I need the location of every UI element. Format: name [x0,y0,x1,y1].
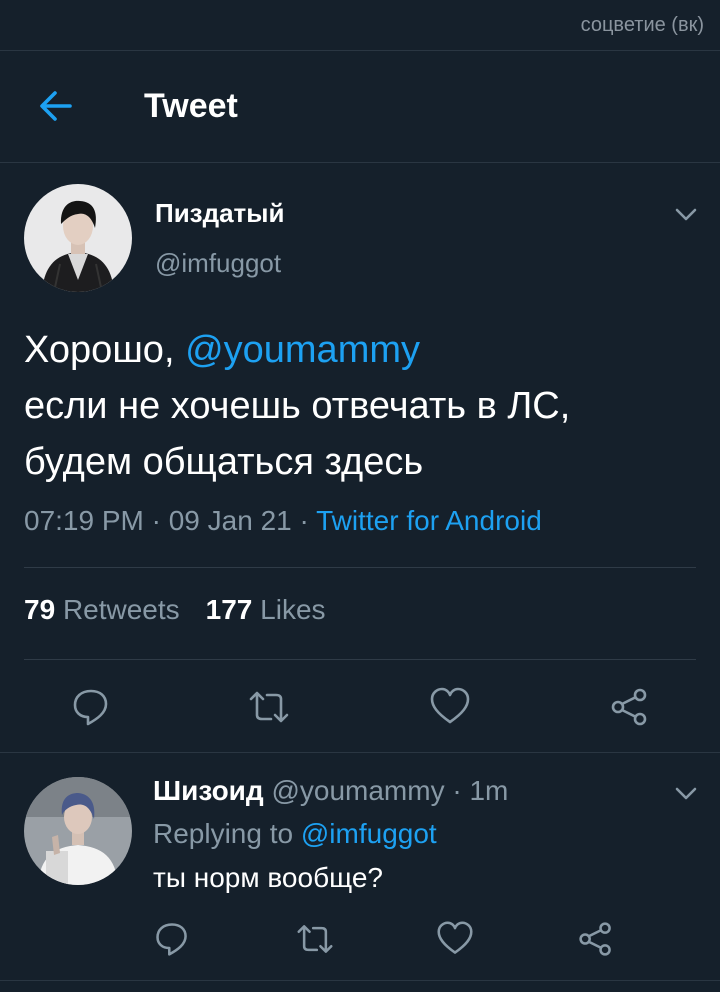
bottom-divider [0,980,720,981]
retweet-icon[interactable] [296,920,334,958]
reply-bubble-icon[interactable] [153,920,191,958]
tweet-text-prefix: Хорошо, [24,329,186,371]
replying-to: Replying to @imfuggot [153,818,437,850]
stats-divider-bottom [24,659,696,660]
retweets-label[interactable]: Retweets [63,594,180,625]
replying-to-prefix: Replying to [153,818,301,849]
header-bar: Tweet [0,50,720,162]
tweet-mention-link[interactable]: @youmammy [185,329,420,371]
tweet-source-link[interactable]: Twitter for Android [316,505,542,536]
author-handle[interactable]: @imfuggot [155,248,281,279]
tweet-text: Хорошо, @youmammy если не хочешь отвечат… [24,322,704,490]
reply-text: ты норм вообще? [153,862,383,893]
arrow-left-icon[interactable] [36,86,76,126]
author-name[interactable]: Пиздатый [155,198,284,229]
heart-icon[interactable] [429,686,471,728]
replying-to-mention-link[interactable]: @imfuggot [301,818,437,849]
tweet-meta: 07:19 PM · 09 Jan 21 · Twitter for Andro… [24,505,542,537]
share-icon[interactable] [577,920,615,958]
chevron-down-icon[interactable] [672,779,700,807]
page-title: Tweet [144,87,238,125]
tweet-detail-screen: соцветие (вк) Tweet Пиздатый @imfuggot Х… [0,0,720,992]
chevron-down-icon[interactable] [672,200,700,228]
tweet-text-line-2: если не хочешь отвечать в ЛС, [24,385,571,427]
author-avatar[interactable] [24,184,132,292]
retweets-count[interactable]: 79 [24,594,55,625]
reply-author-avatar[interactable] [24,777,132,885]
reply-bubble-icon[interactable] [70,686,112,728]
share-icon[interactable] [609,686,651,728]
tweet-text-line-3: будем общаться здесь [24,441,424,483]
retweet-icon[interactable] [248,686,290,728]
reply-author-name[interactable]: Шизоид [153,775,264,806]
likes-count[interactable]: 177 [206,594,253,625]
tweet-timestamp: 07:19 PM · 09 Jan 21 · [24,505,317,536]
reply-section-divider [0,752,720,753]
stats-divider-top [24,567,696,568]
reply-header: Шизоид @youmammy · 1m [153,775,508,807]
reply-author-meta[interactable]: @youmammy · 1m [264,775,508,806]
tweet-stats: 79 Retweets 177 Likes [24,594,326,626]
likes-label[interactable]: Likes [260,594,325,625]
header-divider [0,162,720,163]
heart-icon[interactable] [436,920,474,958]
watermark-label: соцветие (вк) [580,14,704,36]
tweet-text-line-1: Хорошо, @youmammy [24,322,704,378]
